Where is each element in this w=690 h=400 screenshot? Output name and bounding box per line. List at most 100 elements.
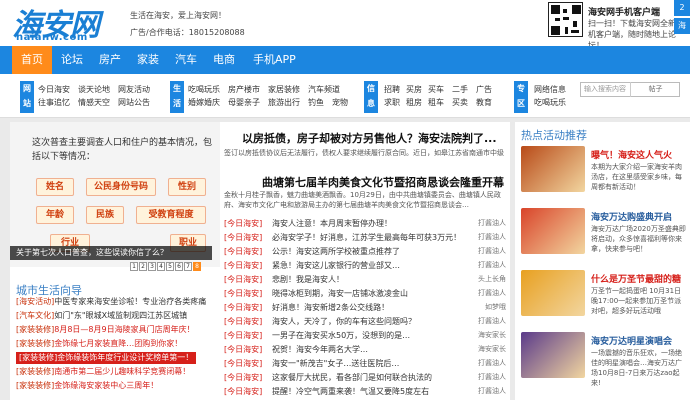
main-nav: 首页 论坛 房产 家装 汽车 电商 手机APP [0, 46, 690, 74]
contact-phone: 广告/合作电话：18015208088 [130, 28, 245, 37]
nav-mobile-app[interactable]: 手机APP [244, 46, 305, 74]
news-item[interactable]: [今日海安] 好消息！海安新增2条公交线路！ 如梦哦 [224, 302, 510, 314]
activity-title[interactable]: 海安万达明星演唱会 [591, 334, 672, 347]
news-title: 海安一"新茂吉"女子…送往医院后… [272, 359, 400, 368]
category-tag-life: 生活 [170, 81, 184, 113]
guide-item[interactable]: [家装装修]南通市第二届少儿趣味科学竞赛闭幕！ [16, 366, 190, 377]
census-tag: 受教育程度 [136, 206, 206, 224]
category-link[interactable]: 网友活动 [118, 84, 150, 95]
category-link[interactable]: 钓鱼 [308, 97, 324, 108]
news-source: [今日海安] [224, 219, 263, 228]
category-link[interactable]: 往事追忆 [38, 97, 70, 108]
category-link[interactable]: 广告 [476, 84, 492, 95]
category-link[interactable]: 招聘 [384, 84, 400, 95]
nav-ecommerce[interactable]: 电商 [204, 46, 244, 74]
category-link[interactable]: 吃喝玩乐 [534, 97, 566, 108]
category-link[interactable]: 租房 [406, 97, 422, 108]
category-link[interactable]: 情感天空 [78, 97, 110, 108]
category-link[interactable]: 买房 [406, 84, 422, 95]
activity-desc: 海安万达广场2020万圣盛典即将启动，众多惊喜福利等你来拿，快来参与吧！ [591, 225, 686, 253]
category-tag-zone: 专区 [514, 81, 528, 113]
activity-title[interactable]: 曝气！海安这人气火 [591, 148, 672, 161]
category-link[interactable]: 房产楼市 [228, 84, 260, 95]
category-link[interactable]: 买车 [428, 84, 444, 95]
side-tab[interactable]: 海 [674, 18, 690, 34]
side-tab[interactable]: 2 [674, 0, 690, 16]
news-item[interactable]: [今日海安] 海安人，天冷了，你的车有这些问题吗？ 打酱油人 [224, 316, 510, 328]
news-item[interactable]: [今日海安] 紧急！海安这儿家银行的营业部又… 打酱油人 [224, 260, 510, 272]
hot-activities-panel: 热点活动推荐 曝气！海安这人气火 本期为大家介绍一家海安羊肉汤店，在这里感受家乡味… [515, 122, 690, 400]
slide-pager: 12345678 [130, 261, 202, 271]
slide-page-button[interactable]: 7 [184, 262, 192, 271]
guide-item[interactable]: [家装装修]金饰缘七月家装直降…团购到你家！ [16, 338, 182, 349]
headline-2[interactable]: 曲塘第七届羊肉美食文化节暨招商恳谈会隆重开幕 [262, 174, 504, 190]
category-link[interactable]: 租车 [428, 97, 444, 108]
slide-caption[interactable]: 关于第七次人口普查，这些误读你信了么？ [10, 246, 212, 260]
category-link[interactable]: 网络信息 [534, 84, 566, 95]
activity-title[interactable]: 海安万达购盛典开启 [591, 210, 672, 223]
slide-page-button[interactable]: 3 [148, 262, 156, 271]
site-logo[interactable]: 海安网 haianw.com [12, 2, 108, 43]
slide-page-button[interactable]: 4 [157, 262, 165, 271]
category-link[interactable]: 买卖 [452, 97, 468, 108]
news-author: 打酱油人 [478, 317, 506, 325]
category-link[interactable]: 求职 [384, 97, 400, 108]
slide-page-button[interactable]: 6 [175, 262, 183, 271]
slide-page-button[interactable]: 2 [139, 262, 147, 271]
category-link[interactable]: 网站公告 [118, 97, 150, 108]
guide-item[interactable]: [汽车文化]如门"东"眼城X域监制观四江苏区城镇 [16, 310, 187, 321]
news-item[interactable]: [今日海安] 这家餐厅大扰民，看各部门是如何联合执法的 打酱油人 [224, 372, 510, 384]
category-link[interactable]: 婚嫁婚庆 [188, 97, 220, 108]
news-item[interactable]: [今日海安] 提醒！冷空气两重来袭！气温又要降5度左右 打酱油人 [224, 386, 510, 398]
side-tabs: 2 海 [674, 0, 690, 40]
category-link[interactable]: 二手 [452, 84, 468, 95]
news-item[interactable]: [今日海安] 公示！海安这两所学校被重点推荐了 打酱油人 [224, 246, 510, 258]
category-link[interactable]: 宠物 [332, 97, 348, 108]
category-link[interactable]: 母婴亲子 [228, 97, 260, 108]
activity-image[interactable] [521, 270, 585, 316]
nav-decoration[interactable]: 家装 [128, 46, 168, 74]
activity-title[interactable]: 什么是万圣节最甜的糖 [591, 272, 681, 285]
news-author: 打酱油人 [478, 387, 506, 395]
news-item[interactable]: [今日海安] 晓得冰柜到期，海安一店铺冰激凌金山 打酱油人 [224, 288, 510, 300]
news-source: [今日海安] [224, 345, 263, 354]
news-item[interactable]: [今日海安] 悲剧！我是海安人！ 头上长角 [224, 274, 510, 286]
category-tag-info: 信息 [364, 81, 378, 113]
nav-car[interactable]: 汽车 [166, 46, 206, 74]
news-item[interactable]: [今日海安] 海安一"新茂吉"女子…送往医院后… 打酱油人 [224, 358, 510, 370]
guide-item[interactable]: [家装装修]8月8日—8月9日海陵家具门店周年庆！ [16, 324, 195, 335]
category-link[interactable]: 汽车频道 [308, 84, 340, 95]
category-link[interactable]: 吃喝玩乐 [188, 84, 220, 95]
activity-image[interactable] [521, 146, 585, 192]
app-download-title[interactable]: 海安网手机客户端 [588, 5, 660, 18]
nav-home[interactable]: 首页 [12, 46, 52, 74]
news-title: 海安人注意！本月周末暂停办理！ [272, 219, 392, 228]
guide-item[interactable]: [海安活动]中医专家来海安坐诊啦！专业治疗各类疼痛 [16, 296, 206, 307]
page: 海安网 haianw.com 生活在海安，爱上海安网！ 广告/合作电话：1801… [0, 0, 690, 400]
census-tag: 民族 [86, 206, 124, 224]
slide-page-button[interactable]: 5 [166, 262, 174, 271]
category-link[interactable]: 家居装修 [268, 84, 300, 95]
slide-page-button[interactable]: 1 [130, 262, 138, 271]
news-source: [今日海安] [224, 387, 263, 396]
activity-image[interactable] [521, 332, 585, 378]
slide-page-button[interactable]: 8 [193, 262, 201, 271]
category-link[interactable]: 谈天论地 [78, 84, 110, 95]
news-item[interactable]: [今日海安] 必海安学子！好消息，江苏学生最高每年可获3万元！ 打酱油人 [224, 232, 510, 244]
news-item[interactable]: [今日海安] 祝贺！海安今年两名大学… 海安家长 [224, 344, 510, 356]
category-link[interactable]: 今日海安 [38, 84, 70, 95]
category-link[interactable]: 旅游出行 [268, 97, 300, 108]
guide-item[interactable]: [家装装修]金饰缘海安家装中心三周年！ [16, 380, 158, 391]
site-slogan: 生活在海安，爱上海安网！ [130, 11, 226, 20]
category-tag-site: 网站 [20, 81, 34, 113]
news-item[interactable]: [今日海安] 海安人注意！本月周末暂停办理！ 打酱油人 [224, 218, 510, 230]
category-link[interactable]: 教育 [476, 97, 492, 108]
headline-1[interactable]: 以房抵债，房子却被对方另售他人？海安法院判了... [242, 130, 497, 146]
nav-house[interactable]: 房产 [90, 46, 130, 74]
headline-1-summary: 签订以房抵债协议后无法履行，债权人要求继续履行原合同。近日，如皋江苏省南通市中级 [224, 149, 504, 157]
nav-forum[interactable]: 论坛 [52, 46, 92, 74]
guide-item-highlight[interactable]: [家装装修]金饰缘装饰年度行业设计奖榜单第一！ [16, 352, 197, 364]
news-item[interactable]: [今日海安] 一男子在海安买水50万，没想到的是… 海安家长 [224, 330, 510, 342]
search-type-select[interactable]: 帖子 [630, 82, 680, 97]
activity-image[interactable] [521, 208, 585, 254]
